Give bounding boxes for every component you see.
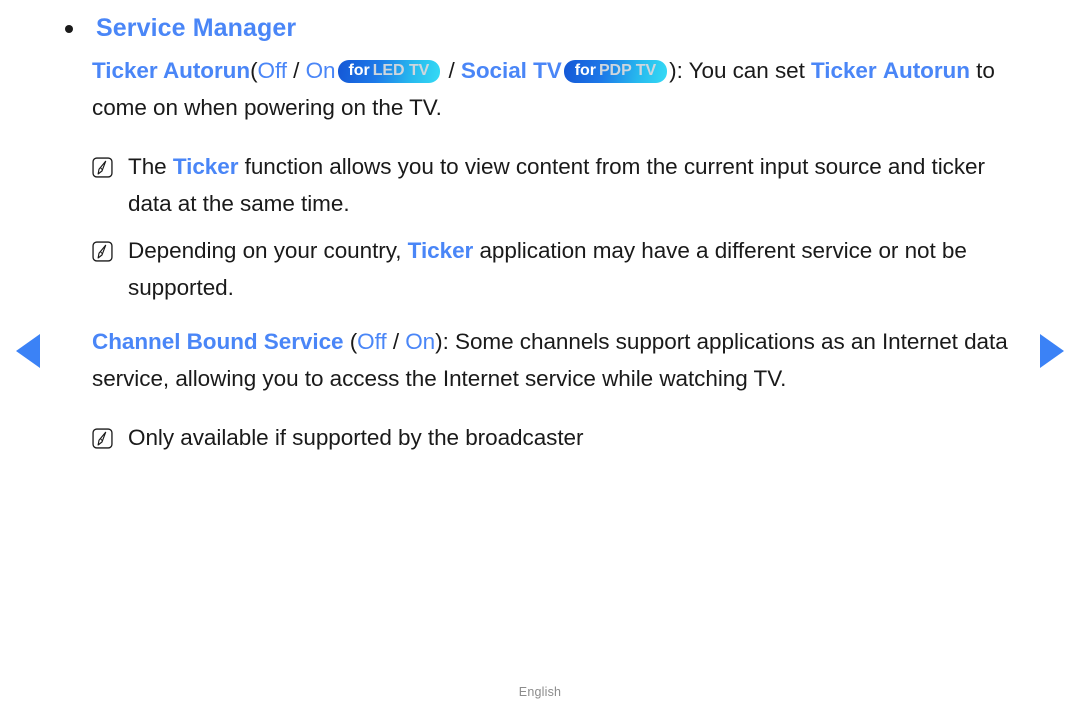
option-separator-2: / [442,58,461,83]
note-item: The Ticker function allows you to view c… [62,149,1018,222]
section-heading: Service Manager [62,12,1018,45]
ticker-autorun-option-off: Off [257,58,288,83]
note-pencil-icon [92,241,113,262]
badge-for-label: for [348,62,370,79]
manual-page: Service Manager Ticker Autorun(Off / On f… [0,0,1080,705]
paren-close: ) [669,58,677,83]
option-separator-1: / [286,58,306,83]
page-title: Service Manager [96,14,297,42]
badge-model-label: PDP TV [598,62,657,79]
footer-language-label: English [518,685,562,699]
badge-model-label: LED TV [372,62,430,79]
note-highlight: Ticker [172,154,239,179]
badge-for-led-tv: for LED TV [337,60,441,83]
ticker-autorun-option-on: On [305,58,336,83]
note-pencil-icon [92,157,113,178]
note-text: Only available if supported by the broad… [128,420,1018,457]
previous-page-arrow-icon[interactable] [16,334,40,368]
note-text-a: Depending on your country, [128,238,408,263]
bullet-point-icon [65,25,73,33]
badge-for-pdp-tv: for PDP TV [563,60,668,83]
note-item: Depending on your country, Ticker applic… [62,233,1018,306]
paren-close: ) [435,329,443,354]
paren-open: ( [250,58,258,83]
note-text-b: function allows you to view content from… [128,154,985,216]
ticker-autorun-description-a: : You can set [676,58,812,83]
option-separator-1: / [386,329,406,354]
note-pencil-icon [92,428,113,449]
channel-bound-service-label: Channel Bound Service [92,329,344,354]
social-tv-label: Social TV [460,58,562,83]
channel-bound-service-paragraph: Channel Bound Service (Off / On): Some c… [62,324,1018,397]
note-highlight: Ticker [407,238,474,263]
badge-for-label: for [574,62,596,79]
ticker-emphasis-1: Ticker [811,58,877,83]
ticker-autorun-label: Ticker Autorun [92,58,251,83]
page-content: Service Manager Ticker Autorun(Off / On f… [62,12,1018,457]
ticker-autorun-paragraph: Ticker Autorun(Off / On for LED TV / Socia… [62,53,1018,126]
note-text-a: The [128,154,173,179]
channel-bound-option-off: Off [357,329,387,354]
ticker-emphasis-2: Autorun [882,58,970,83]
note-text: The Ticker function allows you to view c… [128,149,1018,222]
note-item: Only available if supported by the broad… [62,420,1018,457]
note-text-a: Only available if supported by the broad… [128,425,584,450]
note-text: Depending on your country, Ticker applic… [128,233,1018,306]
channel-bound-option-on: On [405,329,436,354]
next-page-arrow-icon[interactable] [1040,334,1064,368]
